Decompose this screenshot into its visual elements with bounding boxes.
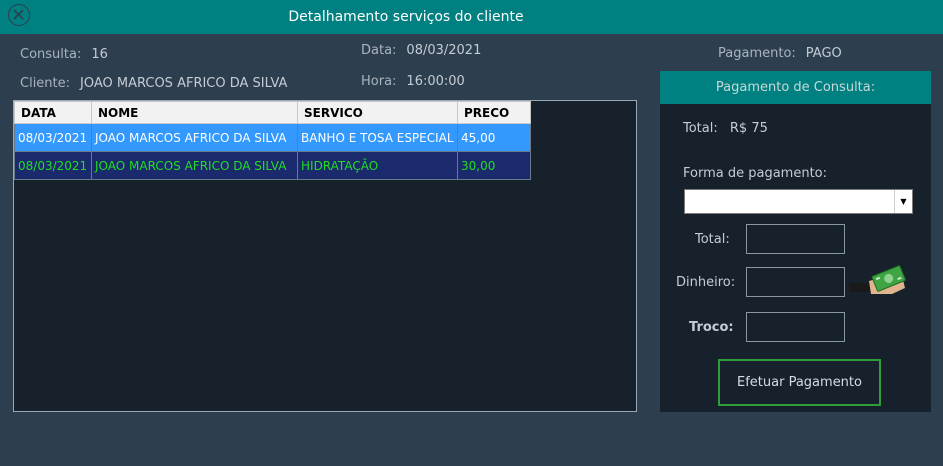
total-summary-label: Total: <box>683 121 718 136</box>
payment-panel: Pagamento de Consulta: Total: R$ 75 Form… <box>660 71 931 412</box>
hora-label: Hora: <box>361 74 397 89</box>
window-title: Detalhamento serviços do cliente <box>288 9 524 25</box>
pagamento-info: Pagamento: PAGO <box>718 46 842 61</box>
cell-preco: 45,00 <box>457 123 531 152</box>
total-field[interactable] <box>746 224 845 254</box>
cell-data: 08/03/2021 <box>14 151 92 180</box>
consulta-value: 16 <box>91 47 108 62</box>
total-summary-value: R$ 75 <box>729 121 768 136</box>
cell-nome: JOAO MARCOS AFRICO DA SILVA <box>91 123 298 152</box>
cliente-value: JOAO MARCOS AFRICO DA SILVA <box>80 76 288 91</box>
cell-preco: 30,00 <box>457 151 531 180</box>
services-table: DATA NOME SERVICO PRECO 08/03/2021 JOAO … <box>14 101 531 180</box>
cell-data: 08/03/2021 <box>14 123 92 152</box>
column-header-data[interactable]: DATA <box>14 101 92 124</box>
cliente-info: Cliente: JOAO MARCOS AFRICO DA SILVA <box>20 76 287 91</box>
efetuar-pagamento-button[interactable]: Efetuar Pagamento <box>718 359 881 406</box>
pagamento-label: Pagamento: <box>718 46 796 61</box>
forma-pagamento-select[interactable]: ▼ <box>684 189 913 214</box>
data-label: Data: <box>361 43 397 58</box>
cell-nome: JOAO MARCOS AFRICO DA SILVA <box>91 151 298 180</box>
dinheiro-label: Dinheiro: <box>676 275 736 290</box>
column-header-servico[interactable]: SERVICO <box>297 101 458 124</box>
total-field-label: Total: <box>695 232 730 247</box>
consulta-info: Consulta: 16 <box>20 47 108 62</box>
cell-servico: BANHO E TOSA ESPECIAL <box>297 123 458 152</box>
data-value: 08/03/2021 <box>406 43 482 58</box>
forma-pagamento-value <box>685 194 689 208</box>
consulta-label: Consulta: <box>20 47 82 62</box>
column-header-preco[interactable]: PRECO <box>457 101 531 124</box>
hora-value: 16:00:00 <box>406 74 465 89</box>
troco-label: Troco: <box>689 320 734 335</box>
table-row[interactable]: 08/03/2021 JOAO MARCOS AFRICO DA SILVA H… <box>14 151 531 180</box>
payment-panel-header: Pagamento de Consulta: <box>660 71 931 104</box>
column-header-nome[interactable]: NOME <box>91 101 298 124</box>
forma-pagamento-label: Forma de pagamento: <box>683 166 827 181</box>
title-bar: Detalhamento serviços do cliente <box>0 0 943 34</box>
troco-field[interactable] <box>746 312 845 342</box>
services-grid[interactable]: DATA NOME SERVICO PRECO 08/03/2021 JOAO … <box>13 100 637 412</box>
hora-info: Hora: 16:00:00 <box>361 74 465 89</box>
cash-in-hand-icon <box>850 263 910 307</box>
cliente-label: Cliente: <box>20 76 71 91</box>
chevron-down-icon[interactable]: ▼ <box>894 190 912 213</box>
dinheiro-field[interactable] <box>746 267 845 297</box>
cell-servico: HIDRATAÇÃO <box>297 151 458 180</box>
pagamento-value: PAGO <box>805 46 842 61</box>
table-header-row: DATA NOME SERVICO PRECO <box>14 101 531 124</box>
table-row[interactable]: 08/03/2021 JOAO MARCOS AFRICO DA SILVA B… <box>14 123 531 152</box>
total-summary: Total: R$ 75 <box>683 121 768 136</box>
data-info: Data: 08/03/2021 <box>361 43 481 58</box>
